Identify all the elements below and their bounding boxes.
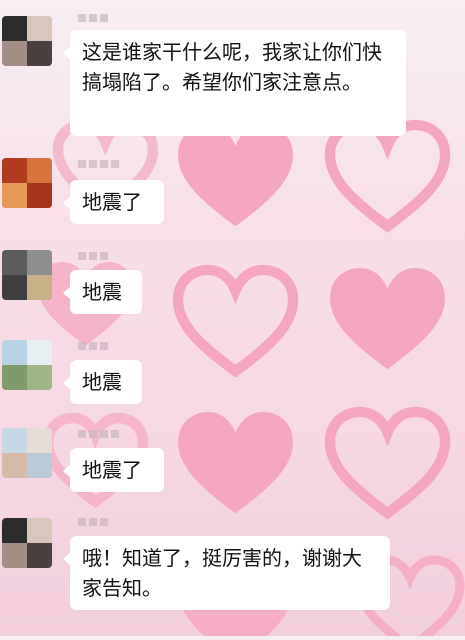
heart-icon [178,270,293,371]
message-text: 地震了 [82,458,142,482]
message-text: 这是谁家干什么呢，我家让你们快搞塌陷了。希望你们家注意点。 [82,40,382,94]
avatar[interactable] [2,428,52,478]
sender-name-blurred [78,430,119,440]
heart-icon [178,125,293,227]
message-bubble[interactable]: 地震 [63,360,142,404]
message-bubble[interactable]: 地震了 [63,180,164,224]
sender-name-blurred [78,160,119,170]
sender-name-blurred [78,342,108,352]
heart-icon [330,268,445,370]
heart-icon [330,412,445,513]
message-bubble[interactable]: 地震了 [63,448,164,492]
avatar[interactable] [2,518,52,568]
heart-icon [178,412,293,514]
message-text: 地震 [82,370,122,394]
message-bubble[interactable]: 这是谁家干什么呢，我家让你们快搞塌陷了。希望你们家注意点。 [63,30,406,136]
sender-name-blurred [78,252,108,262]
avatar[interactable] [2,158,52,208]
heart-icon [330,125,445,226]
avatar[interactable] [2,16,52,66]
sender-name-blurred [78,14,108,24]
message-bubble[interactable]: 地震 [63,270,142,314]
message-bubble[interactable]: 哦！知道了，挺厉害的，谢谢大家告知。 [63,536,390,610]
message-text: 地震 [82,280,122,304]
message-text: 哦！知道了，挺厉害的，谢谢大家告知。 [82,546,362,600]
message-text: 地震了 [82,190,142,214]
sender-name-blurred [78,518,108,528]
avatar[interactable] [2,340,52,390]
avatar[interactable] [2,250,52,300]
